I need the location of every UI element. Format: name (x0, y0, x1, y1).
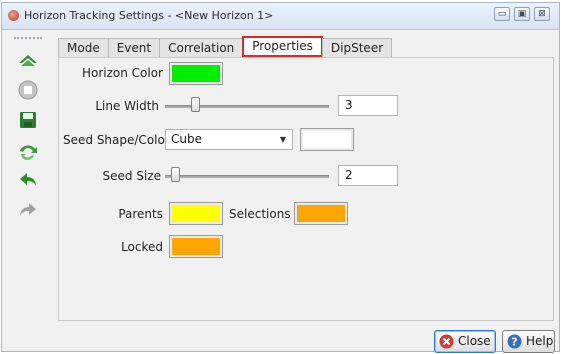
line-width-slider-track[interactable] (165, 105, 329, 108)
seed-size-input[interactable]: 2 (338, 165, 398, 186)
parents-color-swatch (172, 205, 220, 222)
seed-color-swatch (303, 131, 351, 148)
undo-icon[interactable] (17, 169, 39, 191)
seed-size-slider-handle[interactable] (170, 167, 180, 182)
close-window-button[interactable]: ⊠ (534, 7, 550, 21)
seed-shape-select[interactable]: Cube ▼ (165, 129, 293, 150)
selections-color-button[interactable] (294, 202, 348, 225)
svg-text:?: ? (511, 336, 517, 349)
horizon-color-swatch (172, 65, 220, 82)
save-icon[interactable] (17, 109, 39, 131)
tracking-toolbar (8, 37, 48, 343)
help-icon: ? (507, 334, 522, 349)
app-icon (8, 10, 19, 21)
stop-icon[interactable] (17, 79, 39, 101)
tab-dipsteer[interactable]: DipSteer (321, 38, 393, 57)
horizon-icon[interactable] (17, 49, 39, 71)
tab-mode[interactable]: Mode (58, 38, 109, 57)
parents-label: Parents (118, 207, 163, 221)
horizon-color-button[interactable] (169, 62, 223, 85)
locked-color-button[interactable] (169, 235, 223, 258)
toolbar-grip[interactable] (14, 37, 42, 43)
seed-shape-label: Seed Shape/Color (63, 133, 170, 147)
seed-size-slider-track[interactable] (165, 175, 329, 178)
chevron-down-icon: ▼ (279, 135, 286, 144)
help-button-label: Help (526, 334, 554, 348)
retrack-icon[interactable] (17, 139, 39, 161)
locked-label: Locked (121, 240, 163, 254)
title-bar: Horizon Tracking Settings - <New Horizon… (2, 3, 559, 30)
seed-shape-value: Cube (171, 132, 202, 146)
selections-label: Selections (229, 207, 291, 221)
window-title: Horizon Tracking Settings - <New Horizon… (24, 9, 274, 22)
horizon-color-label: Horizon Color (81, 66, 163, 80)
help-button[interactable]: ? Help (502, 330, 555, 353)
close-button-label: Close (458, 334, 491, 348)
seed-color-button[interactable] (300, 128, 354, 151)
line-width-label: Line Width (95, 99, 159, 113)
maximize-button[interactable]: ▣ (514, 7, 530, 21)
redo-icon[interactable] (17, 199, 39, 221)
line-width-input[interactable]: 3 (338, 95, 398, 116)
horizon-tracking-settings-window: Horizon Tracking Settings - <New Horizon… (1, 2, 560, 353)
tab-event[interactable]: Event (107, 38, 161, 57)
locked-color-swatch (172, 238, 220, 255)
selections-color-swatch (297, 205, 345, 222)
parents-color-button[interactable] (169, 202, 223, 225)
seed-size-label: Seed Size (102, 169, 161, 183)
close-button[interactable]: Close (434, 330, 496, 353)
minimize-button[interactable]: ▭ (494, 7, 510, 21)
tab-properties[interactable]: Properties (242, 36, 323, 57)
tab-correlation[interactable]: Correlation (159, 38, 244, 57)
close-icon (439, 334, 454, 349)
settings-tab-bar: Mode Event Correlation Properties DipSte… (58, 36, 393, 58)
line-width-slider-handle[interactable] (190, 97, 200, 112)
properties-panel: Horizon Color Line Width 3 Seed Shape/Co… (58, 57, 554, 321)
